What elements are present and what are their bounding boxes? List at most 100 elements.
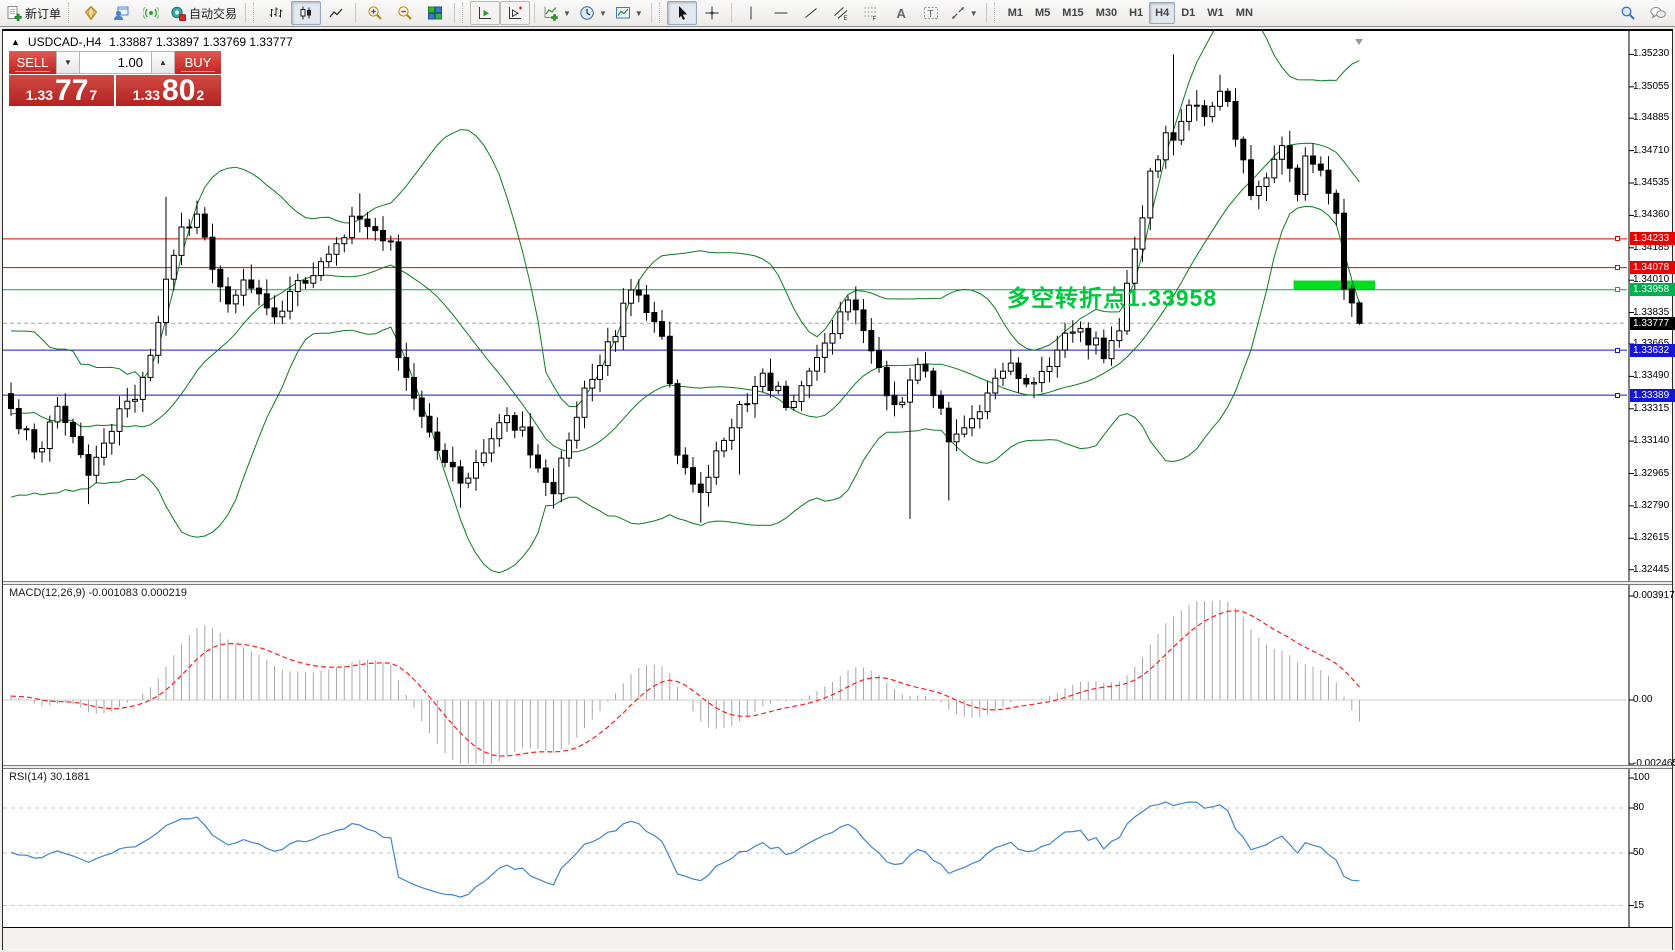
line-drag-handle[interactable] bbox=[1615, 265, 1620, 270]
templates-icon bbox=[615, 5, 631, 21]
signals-button[interactable] bbox=[136, 1, 166, 25]
volume-input[interactable]: 1.00 bbox=[80, 51, 151, 74]
macd-indicator-label: MACD(12,26,9) -0.001083 0.000219 bbox=[9, 587, 187, 599]
price-axis-tick: 1.34885 bbox=[1633, 112, 1669, 123]
chart-ohlc-values: 1.33887 1.33897 1.33769 1.33777 bbox=[109, 35, 293, 49]
vertical-line-tool-button[interactable] bbox=[736, 1, 766, 25]
chart-annotation-text[interactable]: 多空转折点1.33958 bbox=[1007, 279, 1217, 313]
volume-decrease-button[interactable]: ▼ bbox=[56, 51, 80, 74]
line-drag-handle[interactable] bbox=[1615, 348, 1620, 353]
zoom-in-button[interactable] bbox=[360, 1, 390, 25]
line-drag-handle[interactable] bbox=[1615, 393, 1620, 398]
cursor-icon bbox=[674, 5, 690, 21]
crosshair-tool-button[interactable] bbox=[697, 1, 727, 25]
auto-scroll-button[interactable] bbox=[470, 1, 500, 25]
arrows-icon bbox=[950, 5, 966, 21]
current-price-tag: 1.33777 bbox=[1630, 317, 1675, 330]
rsi-axis-tick: 80 bbox=[1633, 802, 1644, 813]
chart-shift-icon bbox=[507, 5, 523, 21]
indicators-caret: ▼ bbox=[563, 9, 571, 18]
price-axis-tick: 1.32965 bbox=[1633, 468, 1669, 479]
price-chart-canvas[interactable] bbox=[3, 31, 1672, 950]
search-icon bbox=[1620, 5, 1636, 21]
tile-windows-icon bbox=[427, 5, 443, 21]
text-label-tool-button[interactable]: T bbox=[916, 1, 946, 25]
chart-window[interactable]: ▲ USDCAD-,H4 1.33887 1.33897 1.33769 1.3… bbox=[2, 29, 1673, 950]
price-axis-tick: 1.32790 bbox=[1633, 500, 1669, 511]
market-watch-button[interactable] bbox=[106, 1, 136, 25]
candlestick-mode-button[interactable] bbox=[291, 1, 321, 25]
panel-separator-main-macd[interactable] bbox=[3, 581, 1672, 585]
horizontal-line-tool-button[interactable] bbox=[766, 1, 796, 25]
panel-separator-macd-rsi[interactable] bbox=[3, 765, 1672, 769]
line-chart-icon bbox=[328, 5, 344, 21]
buy-price-panel[interactable]: 1.33 80 2 bbox=[116, 75, 221, 106]
text-icon: A bbox=[893, 5, 909, 21]
buy-price-sup: 2 bbox=[196, 75, 204, 115]
tile-windows-button[interactable] bbox=[420, 1, 450, 25]
timeframe-w1-button[interactable]: W1 bbox=[1201, 2, 1230, 24]
price-axis-tick: 1.34535 bbox=[1633, 177, 1669, 188]
chat-button[interactable] bbox=[1643, 1, 1673, 25]
timeframe-m15-button[interactable]: M15 bbox=[1056, 2, 1089, 24]
buy-price-big: 80 bbox=[162, 77, 195, 105]
line-price-tag: 1.34078 bbox=[1630, 261, 1675, 274]
channel-tool-button[interactable]: E bbox=[826, 1, 856, 25]
new-order-button[interactable]: 新订单 bbox=[2, 1, 65, 25]
trendline-tool-button[interactable] bbox=[796, 1, 826, 25]
volume-increase-button[interactable]: ▲ bbox=[151, 51, 175, 74]
line-price-tag: 1.34233 bbox=[1630, 232, 1675, 245]
bar-chart-mode-button[interactable] bbox=[261, 1, 291, 25]
auto-trading-icon bbox=[170, 5, 186, 21]
timeframe-h1-button[interactable]: H1 bbox=[1123, 2, 1149, 24]
chart-title: USDCAD-,H4 bbox=[28, 35, 101, 49]
timeframe-m5-button[interactable]: M5 bbox=[1029, 2, 1056, 24]
chart-shift-button[interactable] bbox=[500, 1, 530, 25]
periods-button[interactable]: ▼ bbox=[575, 1, 611, 25]
time-axis-strip[interactable] bbox=[3, 927, 1672, 951]
text-label-icon: T bbox=[923, 5, 939, 21]
zoom-out-button[interactable] bbox=[390, 1, 420, 25]
chart-header: ▲ USDCAD-,H4 1.33887 1.33897 1.33769 1.3… bbox=[11, 35, 293, 49]
sell-button[interactable]: SELL bbox=[9, 51, 56, 74]
timeframe-m1-button[interactable]: M1 bbox=[1002, 2, 1029, 24]
sell-price-sup: 7 bbox=[89, 75, 97, 115]
person-window-icon bbox=[113, 5, 129, 21]
arrows-tool-button[interactable]: ▼ bbox=[946, 1, 982, 25]
fibonacci-tool-button[interactable]: F bbox=[856, 1, 886, 25]
line-drag-handle[interactable] bbox=[1615, 236, 1620, 241]
svg-text:F: F bbox=[872, 17, 876, 22]
new-order-label: 新订单 bbox=[25, 5, 61, 22]
macd-axis-tick: 0.003917 bbox=[1633, 590, 1675, 601]
timeframe-d1-button[interactable]: D1 bbox=[1175, 2, 1201, 24]
indicators-button[interactable]: ▼ bbox=[539, 1, 575, 25]
cursor-tool-button[interactable] bbox=[667, 1, 697, 25]
indicators-icon bbox=[543, 5, 559, 21]
timeframe-h4-button[interactable]: H4 bbox=[1149, 2, 1175, 24]
new-chart-button[interactable] bbox=[76, 1, 106, 25]
chart-shift-marker[interactable] bbox=[1355, 39, 1363, 45]
sell-price-big: 77 bbox=[55, 77, 88, 105]
timeframe-mn-button[interactable]: MN bbox=[1230, 2, 1259, 24]
templates-button[interactable]: ▼ bbox=[611, 1, 647, 25]
signal-icon bbox=[143, 5, 159, 21]
rsi-axis-tick: 100 bbox=[1633, 772, 1650, 783]
sell-price-panel[interactable]: 1.33 77 7 bbox=[9, 75, 114, 106]
price-axis-tick: 1.33140 bbox=[1633, 435, 1669, 446]
collapse-panel-icon[interactable]: ▲ bbox=[11, 37, 20, 47]
price-axis-tick: 1.33490 bbox=[1633, 370, 1669, 381]
main-toolbar: 新订单 自动交易 ▼ ▼ ▼ E F A T ▼ M1M5M15M30H1H4D… bbox=[0, 0, 1675, 27]
timeframe-m30-button[interactable]: M30 bbox=[1090, 2, 1123, 24]
line-chart-mode-button[interactable] bbox=[321, 1, 351, 25]
price-axis-tick: 1.35230 bbox=[1633, 48, 1669, 59]
rsi-indicator-label: RSI(14) 30.1881 bbox=[9, 771, 90, 783]
gold-crystal-icon bbox=[83, 5, 99, 21]
line-price-tag: 1.33389 bbox=[1630, 389, 1675, 402]
buy-button[interactable]: BUY bbox=[175, 51, 221, 74]
line-drag-handle[interactable] bbox=[1615, 287, 1620, 292]
new-order-icon bbox=[6, 5, 22, 21]
auto-trading-button[interactable]: 自动交易 bbox=[166, 1, 241, 25]
text-tool-button[interactable]: A bbox=[886, 1, 916, 25]
zoom-out-icon bbox=[397, 5, 413, 21]
search-button[interactable] bbox=[1613, 1, 1643, 25]
